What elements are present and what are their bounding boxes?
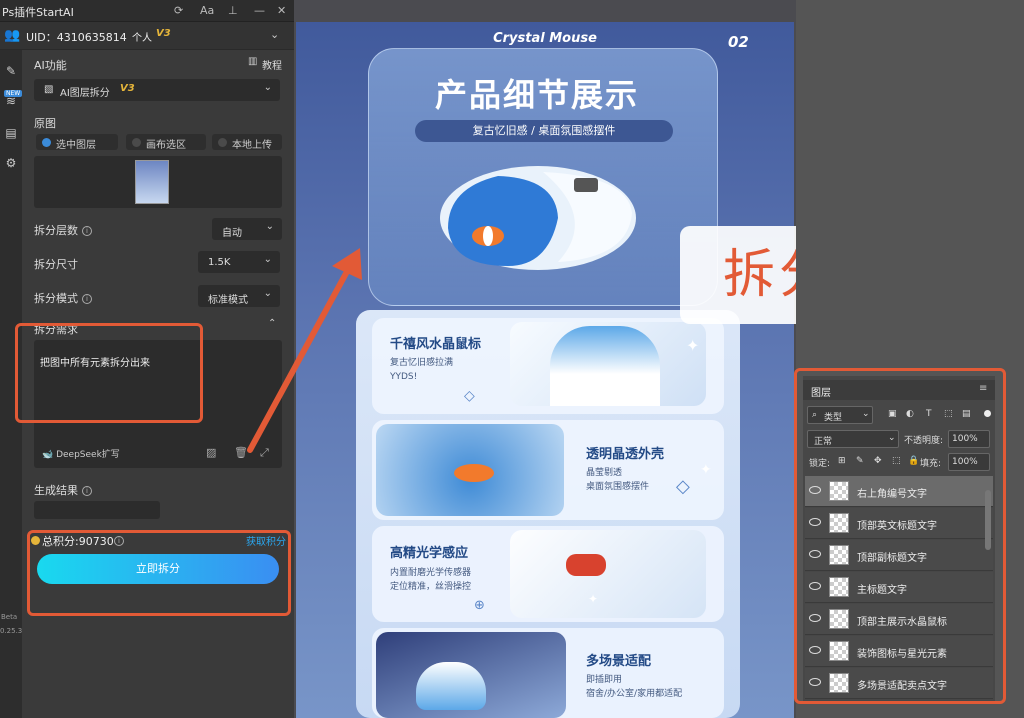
poster-title: 产品细节展示 (434, 76, 639, 114)
plan-label: 个人 (132, 33, 152, 44)
deepseek-button[interactable]: 🐋 DeepSeek扩写 (42, 447, 120, 460)
annotation-box-button (27, 530, 291, 616)
layers-count-label: 拆分层数 i (34, 222, 92, 238)
tutorial-link[interactable]: 教程 (262, 57, 282, 72)
refresh-icon[interactable]: ⟳ (174, 4, 183, 17)
card-title: 透明晶透外壳 (586, 447, 665, 462)
sensor-shape (566, 554, 606, 576)
feature-select[interactable]: ▧ AI图层拆分 V3 ⌄ (34, 79, 280, 101)
plugin-titlebar: Ps插件StartAI ⟳ Aa ⊥ — ✕ (0, 0, 294, 22)
plugin-title: Ps插件StartAI (2, 6, 74, 19)
font-size-button[interactable]: Aa (200, 4, 214, 17)
poster-brand: Crystal Mouse (493, 31, 597, 46)
ai-func-label: AI功能 (34, 59, 67, 72)
uid-row: 👥 UID：4310635814 个人 V3 ⌄ (0, 22, 294, 50)
feature-value: AI图层拆分 (60, 88, 110, 99)
source-label: 原图 (34, 117, 56, 130)
card-title: 千禧风水晶鼠标 (390, 337, 482, 352)
annotation-box-layers (794, 368, 1006, 704)
radio-label: 本地上传 (232, 140, 272, 151)
sparkle-icon: ✦ (686, 336, 700, 355)
card-title: 高精光学感应 (390, 546, 469, 561)
card-image-4 (376, 632, 566, 718)
result-area (34, 501, 160, 519)
split-size-label: 拆分尺寸 (34, 258, 78, 271)
card-desc: 晶莹剔透 (586, 468, 623, 478)
image-icon: ▧ (44, 84, 54, 95)
radio-dot (218, 138, 227, 147)
result-label: 生成结果 i (34, 482, 92, 498)
info-icon: i (82, 486, 92, 496)
source-thumbnail (135, 160, 169, 204)
sparkle-icon: ✦ (588, 592, 599, 606)
plan-version-badge: V3 (156, 28, 171, 39)
card-image-1 (510, 322, 706, 406)
target-icon: ⊕ (474, 598, 485, 613)
annotation-arrow (247, 248, 362, 453)
user-icon: 👥 (4, 28, 21, 43)
card-desc: 定位精准，丝滑操控 (390, 582, 472, 592)
poster-subtitle: 复古忆旧感 / 桌面氛围感摆件 (415, 120, 673, 142)
fish-shape (454, 464, 494, 482)
deepseek-label: DeepSeek扩写 (56, 450, 120, 460)
card-desc: 桌面氛围感摆件 (586, 482, 650, 492)
uid-text: UID：4310635814 (26, 31, 127, 44)
card-desc: 内置耐磨光学传感器 (390, 568, 472, 578)
pen-icon[interactable]: ✎ (3, 64, 19, 80)
radio-dot (42, 138, 51, 147)
book-icon: ▥ (248, 56, 258, 67)
radio-dot (132, 138, 141, 147)
split-mode-text: 拆分模式 (34, 292, 78, 305)
card-desc: YYDS! (390, 372, 418, 382)
hero-mouse-image (440, 166, 636, 270)
annotation-box-need (15, 323, 203, 423)
poster-page-number: 02 (728, 33, 749, 51)
chevron-down-icon[interactable]: ⌄ (270, 28, 279, 41)
radio-label: 选中图层 (56, 140, 96, 151)
crystal-icon: ◇ (676, 476, 690, 497)
radio-selected-layer[interactable]: 选中图层 (36, 134, 118, 151)
sparkle-icon: ✦ (700, 462, 712, 478)
radio-local-upload[interactable]: 本地上传 (212, 134, 282, 151)
card-desc: 复古忆旧感拉满 (390, 358, 454, 368)
version-label: 0.25.3 (0, 627, 23, 635)
source-preview-area (34, 156, 282, 208)
split-size-value: 1.5K (208, 257, 231, 268)
whale-icon: 🐋 (42, 450, 54, 460)
chevron-down-icon: ⌄ (263, 82, 272, 93)
document-icon[interactable]: ▤ (3, 126, 19, 142)
crystal-icon: ◇ (464, 388, 475, 404)
radio-canvas-selection[interactable]: 画布选区 (126, 134, 206, 151)
close-icon[interactable]: ✕ (277, 4, 286, 17)
new-badge: NEW (4, 90, 23, 97)
split-mode-label: 拆分模式 i (34, 290, 92, 306)
gear-icon[interactable]: ⚙ (3, 156, 19, 172)
minimize-icon[interactable]: — (254, 4, 265, 17)
layers-count-value: 自动 (222, 228, 242, 239)
result-text: 生成结果 (34, 484, 78, 497)
beta-label: Beta (1, 613, 18, 621)
mouse-shape (550, 326, 660, 406)
layers-count-text: 拆分层数 (34, 224, 78, 237)
card-desc: 宿舍/办公室/家用都适配 (586, 689, 683, 699)
info-icon: i (82, 294, 92, 304)
pin-icon[interactable]: ⊥ (228, 4, 238, 17)
card-title: 多场景适配 (586, 654, 652, 669)
card-image-2 (376, 424, 564, 516)
radio-label: 画布选区 (146, 140, 186, 151)
history-icon[interactable]: ▨ (206, 446, 216, 459)
feature-version-badge: V3 (120, 83, 135, 94)
mouse-shape (416, 662, 486, 710)
layers-count-select[interactable]: 自动 ⌄ (212, 218, 282, 240)
chevron-down-icon: ⌄ (265, 221, 274, 232)
card-desc: 即插即用 (586, 675, 623, 685)
card-image-3 (510, 530, 706, 618)
info-icon: i (82, 226, 92, 236)
